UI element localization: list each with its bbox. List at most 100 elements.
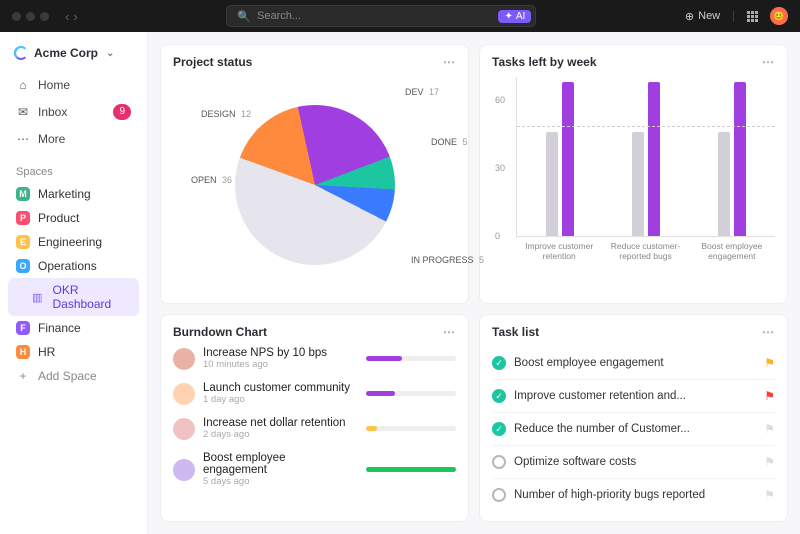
burndown-item[interactable]: Increase NPS by 10 bps10 minutes ago — [173, 347, 456, 370]
burndown-item[interactable]: Increase net dollar retention2 days ago — [173, 417, 456, 440]
sidebar-item-label: Finance — [38, 321, 81, 335]
sidebar-space-product[interactable]: PProduct — [8, 206, 139, 230]
pie-chart — [235, 105, 395, 265]
burndown-item[interactable]: Boost employee engagement5 days ago — [173, 452, 456, 487]
maximize-dot[interactable] — [40, 12, 49, 21]
y-tick-label: 60 — [495, 95, 505, 105]
burn-time: 5 days ago — [203, 476, 350, 487]
progress-bar — [366, 426, 456, 431]
sidebar-item-okr-dashboard[interactable]: ▥ OKR Dashboard — [8, 278, 139, 316]
sidebar-item-label: More — [38, 132, 65, 146]
flag-icon[interactable]: ⚑ — [764, 389, 775, 403]
task-title: Boost employee engagement — [514, 357, 756, 369]
sidebar-item-label: Inbox — [38, 105, 67, 119]
x-tick-label: Improve customer retention — [524, 241, 594, 261]
status-done-icon[interactable]: ✓ — [492, 422, 506, 436]
inbox-icon: ✉ — [16, 105, 30, 119]
task-row[interactable]: Optimize software costs ⚑ — [492, 446, 775, 479]
card-title: Tasks left by week — [492, 55, 597, 69]
main-content: Project status⋯ DESIGN 12DEV 17DONE 5IN … — [148, 32, 800, 534]
burn-title: Boost employee engagement — [203, 452, 350, 476]
task-title: Optimize software costs — [514, 456, 756, 468]
apps-grid-icon[interactable] — [747, 11, 758, 22]
sidebar-item-label: Engineering — [38, 235, 102, 249]
burn-time: 10 minutes ago — [203, 359, 350, 370]
sidebar-space-finance[interactable]: F Finance — [8, 316, 139, 340]
task-title: Reduce the number of Customer... — [514, 423, 756, 435]
flag-icon[interactable]: ⚑ — [764, 356, 775, 370]
back-icon[interactable]: ‹ — [65, 9, 69, 24]
search-input[interactable]: 🔍 Search... ✦ AI — [226, 5, 536, 27]
workspace-switcher[interactable]: Acme Corp ⌄ — [8, 40, 139, 66]
bar-group — [718, 77, 746, 236]
sidebar-item-label: HR — [38, 345, 55, 359]
burndown-card: Burndown Chart⋯ Increase NPS by 10 bps10… — [160, 314, 469, 522]
tasks-left-card: Tasks left by week⋯ 03060Improve custome… — [479, 44, 788, 304]
space-letter-icon: E — [16, 235, 30, 249]
sidebar-space-operations[interactable]: OOperations — [8, 254, 139, 278]
space-letter-icon: F — [16, 321, 30, 335]
card-more-icon[interactable]: ⋯ — [762, 325, 775, 339]
card-more-icon[interactable]: ⋯ — [443, 55, 456, 69]
status-done-icon[interactable]: ✓ — [492, 356, 506, 370]
sidebar-item-label: OKR Dashboard — [52, 283, 131, 311]
flag-icon[interactable]: ⚑ — [764, 455, 775, 469]
workspace-logo-icon — [14, 46, 28, 60]
card-title: Project status — [173, 55, 252, 69]
search-icon: 🔍 — [237, 10, 251, 23]
card-more-icon[interactable]: ⋯ — [443, 325, 456, 339]
add-space-button[interactable]: +Add Space — [8, 364, 139, 388]
task-row[interactable]: ✓ Boost employee engagement ⚑ — [492, 347, 775, 380]
sidebar-item-home[interactable]: ⌂Home — [8, 72, 139, 98]
avatar — [173, 383, 195, 405]
plus-icon: + — [16, 369, 30, 383]
new-label: New — [698, 10, 720, 22]
sidebar-space-marketing[interactable]: M Marketing — [8, 182, 139, 206]
task-list-card: Task list⋯ ✓Boost employee engagement⚑✓I… — [479, 314, 788, 522]
more-icon: ⋯ — [16, 132, 30, 146]
minimize-dot[interactable] — [26, 12, 35, 21]
avatar — [173, 459, 195, 481]
top-actions: ⊕ New | 😊 — [685, 7, 788, 25]
workspace-name: Acme Corp — [34, 46, 98, 60]
status-open-icon[interactable] — [492, 488, 506, 502]
burn-title: Increase NPS by 10 bps — [203, 347, 350, 359]
y-tick-label: 0 — [495, 231, 500, 241]
pie-label: DESIGN 12 — [201, 109, 251, 119]
avatar[interactable]: 😊 — [770, 7, 788, 25]
task-row[interactable]: ✓Improve customer retention and...⚑ — [492, 380, 775, 413]
card-more-icon[interactable]: ⋯ — [762, 55, 775, 69]
pie-label: DEV 17 — [405, 87, 439, 97]
task-row[interactable]: Number of high-priority bugs reported⚑ — [492, 479, 775, 511]
burn-title: Launch customer community — [203, 382, 350, 394]
progress-bar — [366, 467, 456, 472]
bar — [648, 82, 660, 236]
status-done-icon[interactable]: ✓ — [492, 389, 506, 403]
sidebar-space-hr[interactable]: HHR — [8, 340, 139, 364]
burn-time: 1 day ago — [203, 394, 350, 405]
dashboard-icon: ▥ — [32, 291, 44, 304]
sidebar-item-inbox[interactable]: ✉ Inbox 9 — [8, 98, 139, 126]
flag-icon[interactable]: ⚑ — [764, 422, 775, 436]
sidebar-item-label: Marketing — [38, 187, 91, 201]
bar — [734, 82, 746, 236]
avatar — [173, 348, 195, 370]
task-row[interactable]: ✓ Reduce the number of Customer... ⚑ — [492, 413, 775, 446]
status-open-icon[interactable] — [492, 455, 506, 469]
ai-label: AI — [516, 11, 525, 22]
forward-icon[interactable]: › — [73, 9, 77, 24]
ai-chip[interactable]: ✦ AI — [498, 10, 531, 23]
burndown-item[interactable]: Launch customer community1 day ago — [173, 382, 456, 405]
sidebar-item-more[interactable]: ⋯ More — [8, 126, 139, 152]
flag-icon[interactable]: ⚑ — [764, 488, 775, 502]
sidebar-space-engineering[interactable]: E Engineering — [8, 230, 139, 254]
space-letter-icon: M — [16, 187, 30, 201]
new-button[interactable]: ⊕ New — [685, 10, 720, 23]
inbox-badge: 9 — [113, 104, 131, 120]
search-placeholder: Search... — [257, 10, 301, 22]
history-nav: ‹ › — [65, 9, 78, 24]
topbar: ‹ › 🔍 Search... ✦ AI ⊕ New | 😊 — [0, 0, 800, 32]
burn-time: 2 days ago — [203, 429, 350, 440]
sidebar-item-label: Home — [38, 78, 70, 92]
close-dot[interactable] — [12, 12, 21, 21]
